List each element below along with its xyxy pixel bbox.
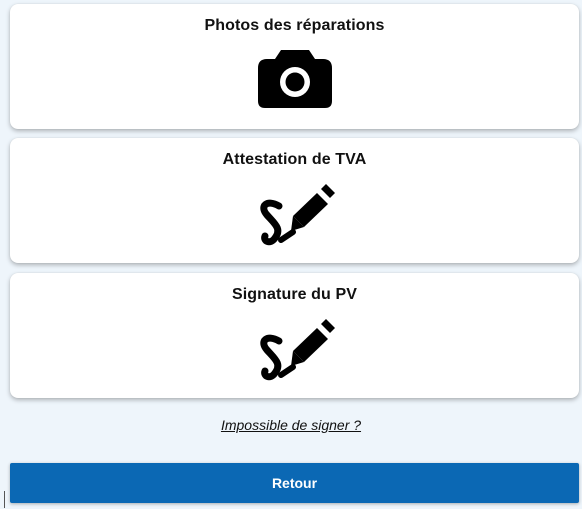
camera-icon bbox=[257, 50, 332, 108]
pv-signature-card[interactable]: Signature du PV bbox=[10, 273, 579, 398]
back-button[interactable]: Retour bbox=[10, 463, 579, 503]
photos-card-title: Photos des réparations bbox=[204, 17, 385, 34]
cannot-sign-link-row: Impossible de signer ? bbox=[0, 417, 582, 433]
pv-signature-card-title: Signature du PV bbox=[231, 286, 358, 303]
vat-attestation-card[interactable]: Attestation de TVA bbox=[10, 138, 579, 263]
vat-attestation-card-title: Attestation de TVA bbox=[222, 151, 367, 168]
photos-card[interactable]: Photos des réparations bbox=[10, 4, 579, 129]
cannot-sign-link[interactable]: Impossible de signer ? bbox=[221, 417, 361, 433]
signature-pen-icon bbox=[259, 184, 335, 246]
signature-pen-icon bbox=[259, 319, 335, 381]
edge-divider bbox=[4, 491, 5, 508]
